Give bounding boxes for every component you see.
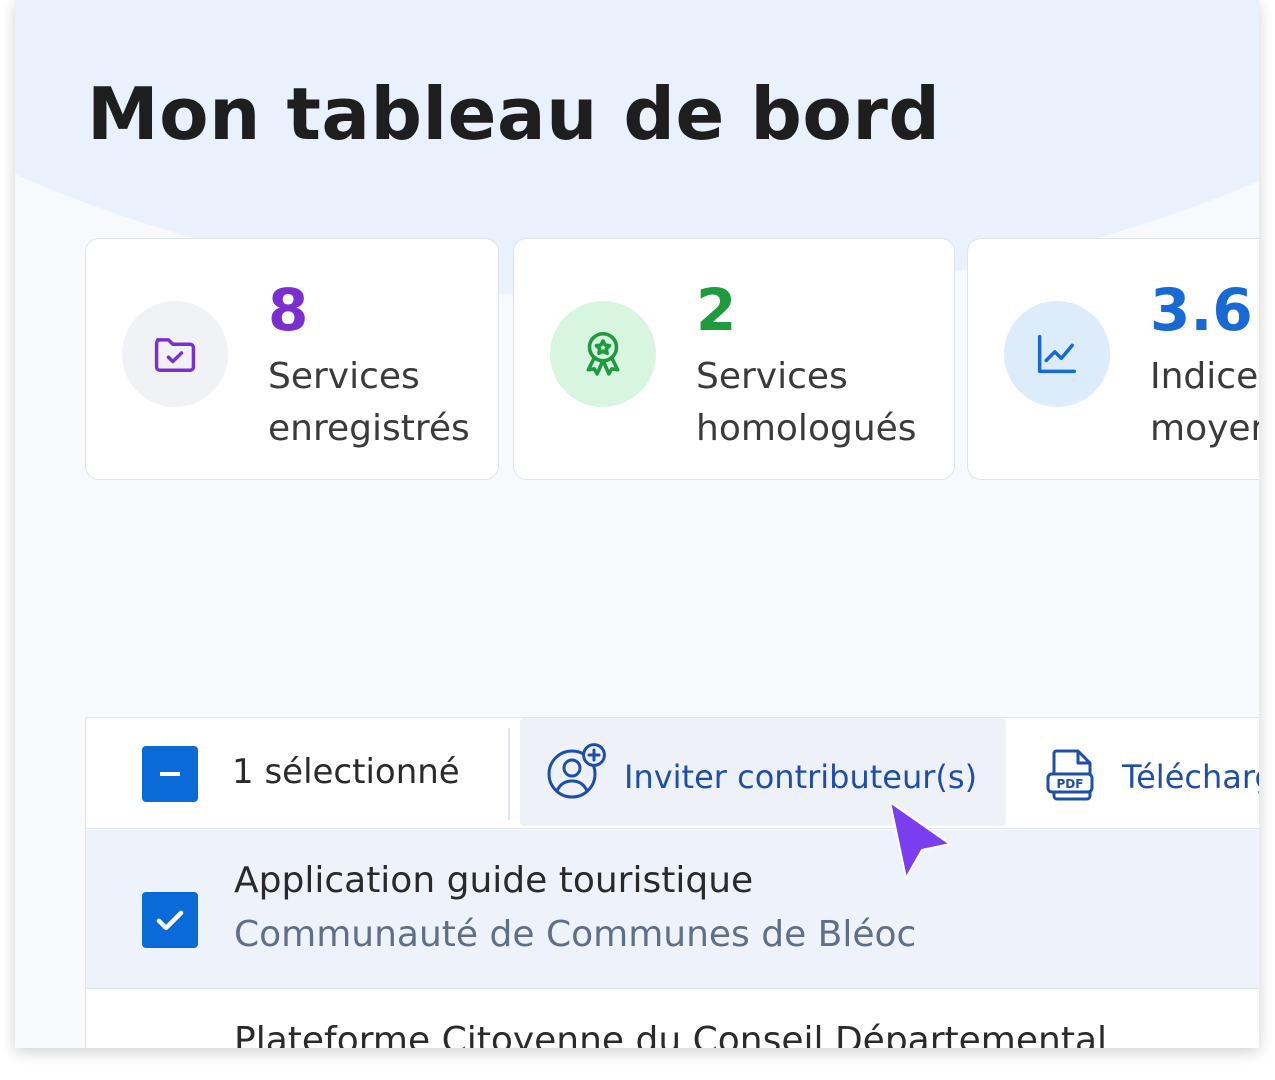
stat-value: 3.6 xyxy=(1150,276,1253,344)
selection-toolbar: 1 sélectionné Inviter contributeur(s) PD… xyxy=(86,718,1259,829)
line-chart-icon xyxy=(1004,301,1110,407)
service-organization: Communauté de Communes de Bléoc xyxy=(234,914,917,955)
toolbar-divider xyxy=(508,728,510,820)
service-name: Plateforme Citoyenne du Conseil Départem… xyxy=(234,1020,1108,1048)
award-icon xyxy=(550,301,656,407)
stat-card-registered[interactable]: 8 Services enregistrés xyxy=(85,238,499,480)
stat-label: Services enregistrés xyxy=(268,356,470,449)
row-checkbox[interactable] xyxy=(142,892,198,948)
table-row[interactable]: Application guide touristique Communauté… xyxy=(86,830,1259,989)
check-icon xyxy=(156,910,184,931)
download-label: Télécharger xyxy=(1122,758,1259,796)
download-pdf-button[interactable]: PDF Télécharger xyxy=(1044,718,1259,826)
stat-value: 8 xyxy=(268,276,309,344)
service-name: Application guide touristique xyxy=(234,860,754,901)
selection-count: 1 sélectionné xyxy=(232,752,460,792)
dashboard-window: Mon tableau de bord 8 Services enregistr… xyxy=(15,0,1259,1048)
stat-label: Services homologués xyxy=(696,356,917,449)
stat-value: 2 xyxy=(696,276,737,344)
select-all-checkbox[interactable] xyxy=(142,746,198,802)
table-row[interactable]: Plateforme Citoyenne du Conseil Départem… xyxy=(86,990,1259,1048)
stat-card-average-index[interactable]: 3.6 Indice moyen xyxy=(967,238,1259,480)
user-add-icon xyxy=(546,742,608,806)
mouse-cursor-icon xyxy=(886,800,954,884)
invite-contributors-label: Inviter contributeur(s) xyxy=(624,758,978,796)
stat-label: Indice moyen xyxy=(1150,356,1259,449)
svg-text:PDF: PDF xyxy=(1057,777,1084,791)
folder-check-icon xyxy=(122,301,228,407)
minus-icon xyxy=(160,772,180,776)
page-title: Mon tableau de bord xyxy=(87,72,941,156)
pdf-file-icon: PDF xyxy=(1044,746,1102,808)
stat-card-homologated[interactable]: 2 Services homologués xyxy=(513,238,955,480)
services-table: 1 sélectionné Inviter contributeur(s) PD… xyxy=(85,717,1259,1048)
